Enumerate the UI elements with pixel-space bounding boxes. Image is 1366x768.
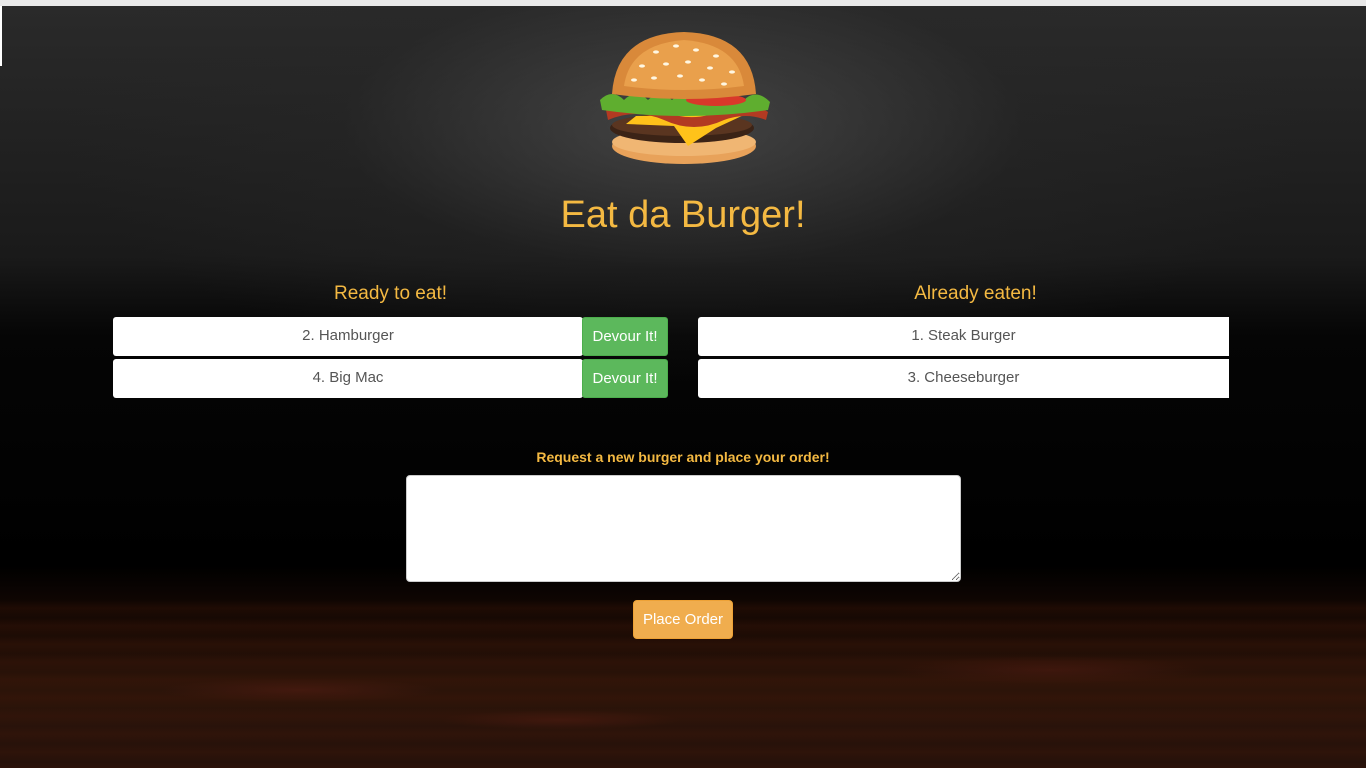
place-order-button[interactable]: Place Order — [633, 600, 733, 639]
ready-burger-list: 2. Hamburger Devour It! 4. Big Mac Devou… — [113, 317, 668, 401]
list-item: 4. Big Mac Devour It! — [113, 359, 668, 398]
order-label: Request a new burger and place your orde… — [536, 449, 830, 465]
list-item: 1. Steak Burger — [698, 317, 1229, 356]
burger-name: 1. Steak Burger — [698, 317, 1229, 356]
list-item: 2. Hamburger Devour It! — [113, 317, 668, 356]
burger-name: 2. Hamburger — [113, 317, 583, 356]
devour-button[interactable]: Devour It! — [582, 317, 668, 356]
burger-icon — [600, 32, 770, 164]
eaten-burger-list: 1. Steak Burger 3. Cheeseburger — [698, 317, 1229, 401]
page-edge-mark — [0, 6, 2, 66]
burger-request-input[interactable] — [406, 475, 961, 582]
burger-name: 4. Big Mac — [113, 359, 583, 398]
page-title: Eat da Burger! — [560, 194, 806, 236]
burger-name: 3. Cheeseburger — [698, 359, 1229, 398]
already-eaten-heading: Already eaten! — [914, 283, 1037, 304]
devour-button[interactable]: Devour It! — [582, 359, 668, 398]
list-item: 3. Cheeseburger — [698, 359, 1229, 398]
ready-to-eat-heading: Ready to eat! — [333, 283, 448, 304]
